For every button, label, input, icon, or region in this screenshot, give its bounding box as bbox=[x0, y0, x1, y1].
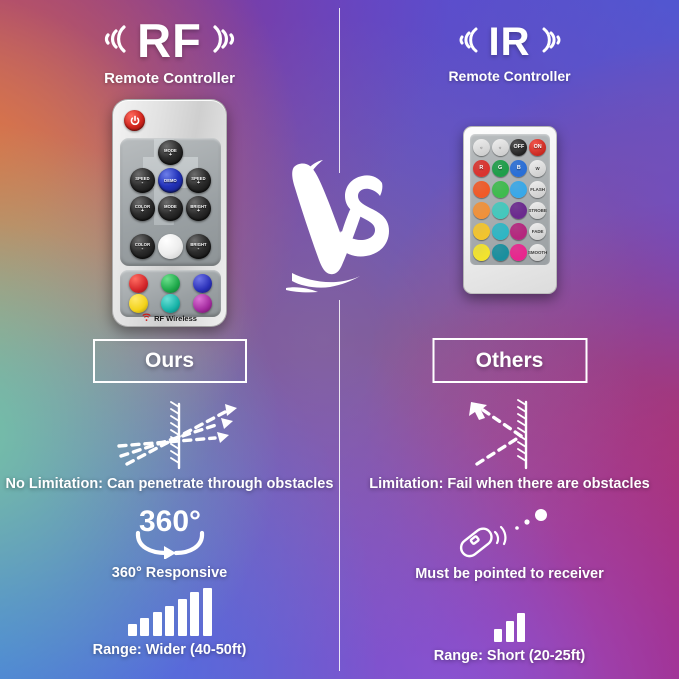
ir-button[interactable]: ON bbox=[529, 138, 547, 156]
ir-button[interactable]: SMOOTH bbox=[528, 243, 547, 261]
rf-subtitle: Remote Controller bbox=[104, 70, 235, 87]
rf-button-speed-up[interactable]: SPEED + bbox=[186, 168, 211, 193]
signal-bar bbox=[152, 612, 162, 636]
rf-button-white[interactable] bbox=[158, 234, 183, 259]
signal-bar bbox=[140, 618, 149, 636]
ir-button[interactable] bbox=[472, 243, 490, 261]
rf-signal-right-icon bbox=[211, 22, 237, 61]
rf-remote-device[interactable]: MODE + SPEED - DEMO SPEED + COLOR + MODE… bbox=[112, 99, 227, 327]
ir-button[interactable]: B bbox=[510, 159, 528, 177]
ir-button[interactable] bbox=[491, 201, 509, 219]
ir-signal-right-icon bbox=[540, 25, 563, 60]
ir-feature-pointing: Must be pointed to receiver bbox=[340, 508, 679, 582]
ir-signal-bars bbox=[494, 594, 525, 642]
rf-button-speed-down[interactable]: SPEED - bbox=[130, 168, 155, 193]
ir-title: IR bbox=[488, 20, 531, 64]
signal-bar bbox=[165, 606, 174, 636]
ir-remote-device[interactable]: ☼ ☼ OFF ON R G B W FLASH STROBE FADE SMOOTH bbox=[462, 126, 557, 294]
svg-text:360°: 360° bbox=[138, 505, 200, 538]
ir-feature-range: Range: Short (20-25ft) bbox=[340, 594, 679, 664]
ir-button[interactable] bbox=[510, 222, 528, 240]
ir-button[interactable]: OFF bbox=[510, 138, 528, 156]
ir-button[interactable]: G bbox=[491, 159, 509, 177]
ir-button[interactable] bbox=[510, 201, 528, 219]
ir-feature-range-caption: Range: Short (20-25ft) bbox=[433, 648, 586, 664]
rf-feature-360-caption: 360° Responsive bbox=[111, 565, 228, 581]
rf-color-button[interactable] bbox=[129, 294, 149, 314]
ir-button[interactable] bbox=[491, 180, 509, 198]
rf-color-button[interactable] bbox=[192, 273, 212, 293]
ir-button[interactable]: FLASH bbox=[529, 180, 547, 198]
signal-bars-icon bbox=[340, 594, 679, 642]
others-badge-label: Others bbox=[475, 348, 544, 372]
ir-button[interactable]: ☼ bbox=[491, 138, 509, 156]
signal-blocked-by-wall-icon bbox=[340, 398, 679, 470]
ours-badge: Ours bbox=[92, 339, 247, 383]
signal-bar bbox=[177, 599, 187, 636]
ir-column: IR Remote Controller ☼ ☼ OFF ON R G B W FLASH STR… bbox=[340, 0, 679, 679]
ir-button[interactable] bbox=[472, 222, 490, 240]
ir-button[interactable] bbox=[510, 180, 528, 198]
signal-bar bbox=[190, 592, 199, 636]
rf-button-bright-up[interactable]: BRIGHT + bbox=[186, 196, 211, 221]
rf-feature-penetration-caption: No Limitation: Can penetrate through obs… bbox=[5, 476, 334, 492]
rf-column: RF Remote Controller MODE + SPEED - DEMO… bbox=[0, 0, 339, 679]
signal-bar bbox=[517, 613, 525, 642]
rf-signal-left-icon bbox=[102, 22, 128, 61]
rf-wireless-footer: RF Wireless bbox=[113, 313, 226, 323]
ir-button[interactable]: R bbox=[472, 159, 490, 177]
rf-title: RF bbox=[137, 14, 202, 67]
ir-button[interactable]: W bbox=[529, 159, 547, 177]
signal-bar bbox=[505, 621, 514, 642]
rf-power-button[interactable] bbox=[124, 110, 145, 131]
rf-button-pad: MODE + SPEED - DEMO SPEED + COLOR + MODE… bbox=[120, 138, 221, 266]
ir-button[interactable] bbox=[510, 243, 528, 261]
rf-button-color-up[interactable]: COLOR + bbox=[130, 196, 155, 221]
rf-remote-wrapper: MODE + SPEED - DEMO SPEED + COLOR + MODE… bbox=[0, 99, 339, 327]
rf-button-mode-up[interactable]: MODE + bbox=[158, 140, 183, 165]
signal-bar bbox=[202, 588, 212, 636]
signal-bars-icon bbox=[0, 588, 339, 636]
rf-header: RF Remote Controller bbox=[0, 14, 339, 88]
ir-feature-blocked: Limitation: Fail when there are obstacle… bbox=[340, 398, 679, 492]
rf-color-button-grid bbox=[120, 270, 221, 317]
rf-wireless-label: RF Wireless bbox=[154, 313, 197, 323]
ir-button[interactable] bbox=[491, 222, 509, 240]
ir-button[interactable] bbox=[472, 180, 490, 198]
rf-signal-bars bbox=[127, 588, 212, 636]
ir-remote-wrapper: ☼ ☼ OFF ON R G B W FLASH STROBE FADE SMOOTH bbox=[340, 126, 679, 294]
remote-pointing-icon bbox=[340, 508, 679, 560]
rf-feature-range-caption: Range: Wider (40-50ft) bbox=[92, 642, 247, 658]
rf-color-button[interactable] bbox=[129, 273, 149, 293]
ir-subtitle: Remote Controller bbox=[448, 68, 571, 84]
ir-button-grid: ☼ ☼ OFF ON R G B W FLASH STROBE FADE SMOOTH bbox=[469, 134, 550, 265]
ir-header: IR Remote Controller bbox=[340, 20, 679, 84]
360-rotation-icon: 360° bbox=[0, 503, 339, 559]
wifi-icon bbox=[142, 313, 151, 323]
ir-button[interactable]: STROBE bbox=[528, 201, 547, 219]
rf-button-color-down[interactable]: COLOR - bbox=[130, 234, 155, 259]
ir-button[interactable]: FADE bbox=[529, 222, 547, 240]
signal-bar bbox=[127, 624, 137, 636]
signal-bar bbox=[494, 629, 502, 642]
ir-feature-pointing-caption: Must be pointed to receiver bbox=[415, 566, 604, 582]
rf-color-button[interactable] bbox=[160, 294, 180, 314]
rf-button-mode-down[interactable]: MODE - bbox=[158, 196, 183, 221]
ir-button[interactable] bbox=[472, 201, 490, 219]
ir-button[interactable] bbox=[491, 243, 509, 261]
ir-signal-left-icon bbox=[457, 25, 480, 60]
rf-feature-range: Range: Wider (40-50ft) bbox=[0, 588, 339, 658]
rf-color-button[interactable] bbox=[192, 294, 212, 314]
others-badge: Others bbox=[432, 338, 587, 383]
ours-badge-label: Ours bbox=[144, 349, 194, 372]
rf-feature-penetration: No Limitation: Can penetrate through obs… bbox=[0, 398, 339, 492]
ir-button[interactable]: ☼ bbox=[472, 138, 490, 156]
rf-color-button[interactable] bbox=[160, 273, 180, 293]
rf-button-bright-down[interactable]: BRIGHT - bbox=[186, 234, 211, 259]
rf-button-demo[interactable]: DEMO bbox=[158, 168, 183, 193]
ir-feature-blocked-caption: Limitation: Fail when there are obstacle… bbox=[369, 476, 650, 492]
rf-feature-360: 360° 360° Responsive bbox=[0, 503, 339, 581]
signal-through-wall-icon bbox=[0, 398, 339, 470]
